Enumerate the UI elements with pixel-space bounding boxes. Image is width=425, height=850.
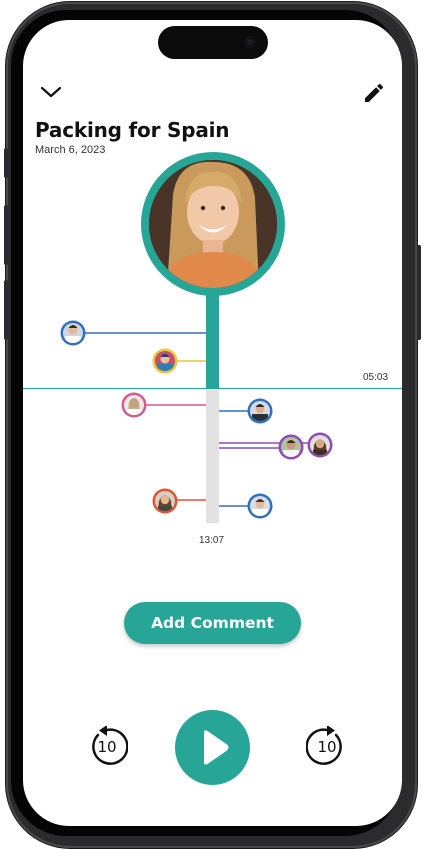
phone-power-button — [417, 245, 421, 340]
rewind-label: 10 — [97, 738, 117, 756]
phone-volume-up-button — [4, 205, 8, 265]
commenter-avatar[interactable] — [60, 320, 86, 346]
phone-volume-down-button — [4, 280, 8, 340]
commenter-avatar[interactable] — [152, 348, 178, 374]
commenter-avatar[interactable] — [121, 392, 147, 418]
rewind-10-button[interactable]: 10 — [86, 726, 128, 768]
current-time: 05:03 — [363, 372, 389, 383]
comment-timeline — [23, 152, 402, 523]
commenter-avatar[interactable] — [278, 434, 304, 460]
timeline-progress — [206, 295, 219, 388]
host-avatar — [141, 152, 285, 296]
play-button[interactable] — [175, 710, 250, 785]
phone-action-button — [4, 148, 8, 178]
total-time: 13:07 — [199, 535, 225, 546]
screen: Packing for Spain March 6, 2023 05:03 13… — [23, 20, 402, 826]
play-icon — [204, 730, 229, 765]
forward-10-button[interactable]: 10 — [306, 726, 348, 768]
commenter-avatar[interactable] — [152, 488, 178, 515]
add-comment-button[interactable]: Add Comment — [124, 602, 301, 644]
forward-label: 10 — [317, 738, 337, 756]
commenter-avatar[interactable] — [247, 493, 273, 519]
commenter-avatar[interactable] — [247, 398, 273, 424]
commenter-avatar[interactable] — [307, 432, 333, 459]
